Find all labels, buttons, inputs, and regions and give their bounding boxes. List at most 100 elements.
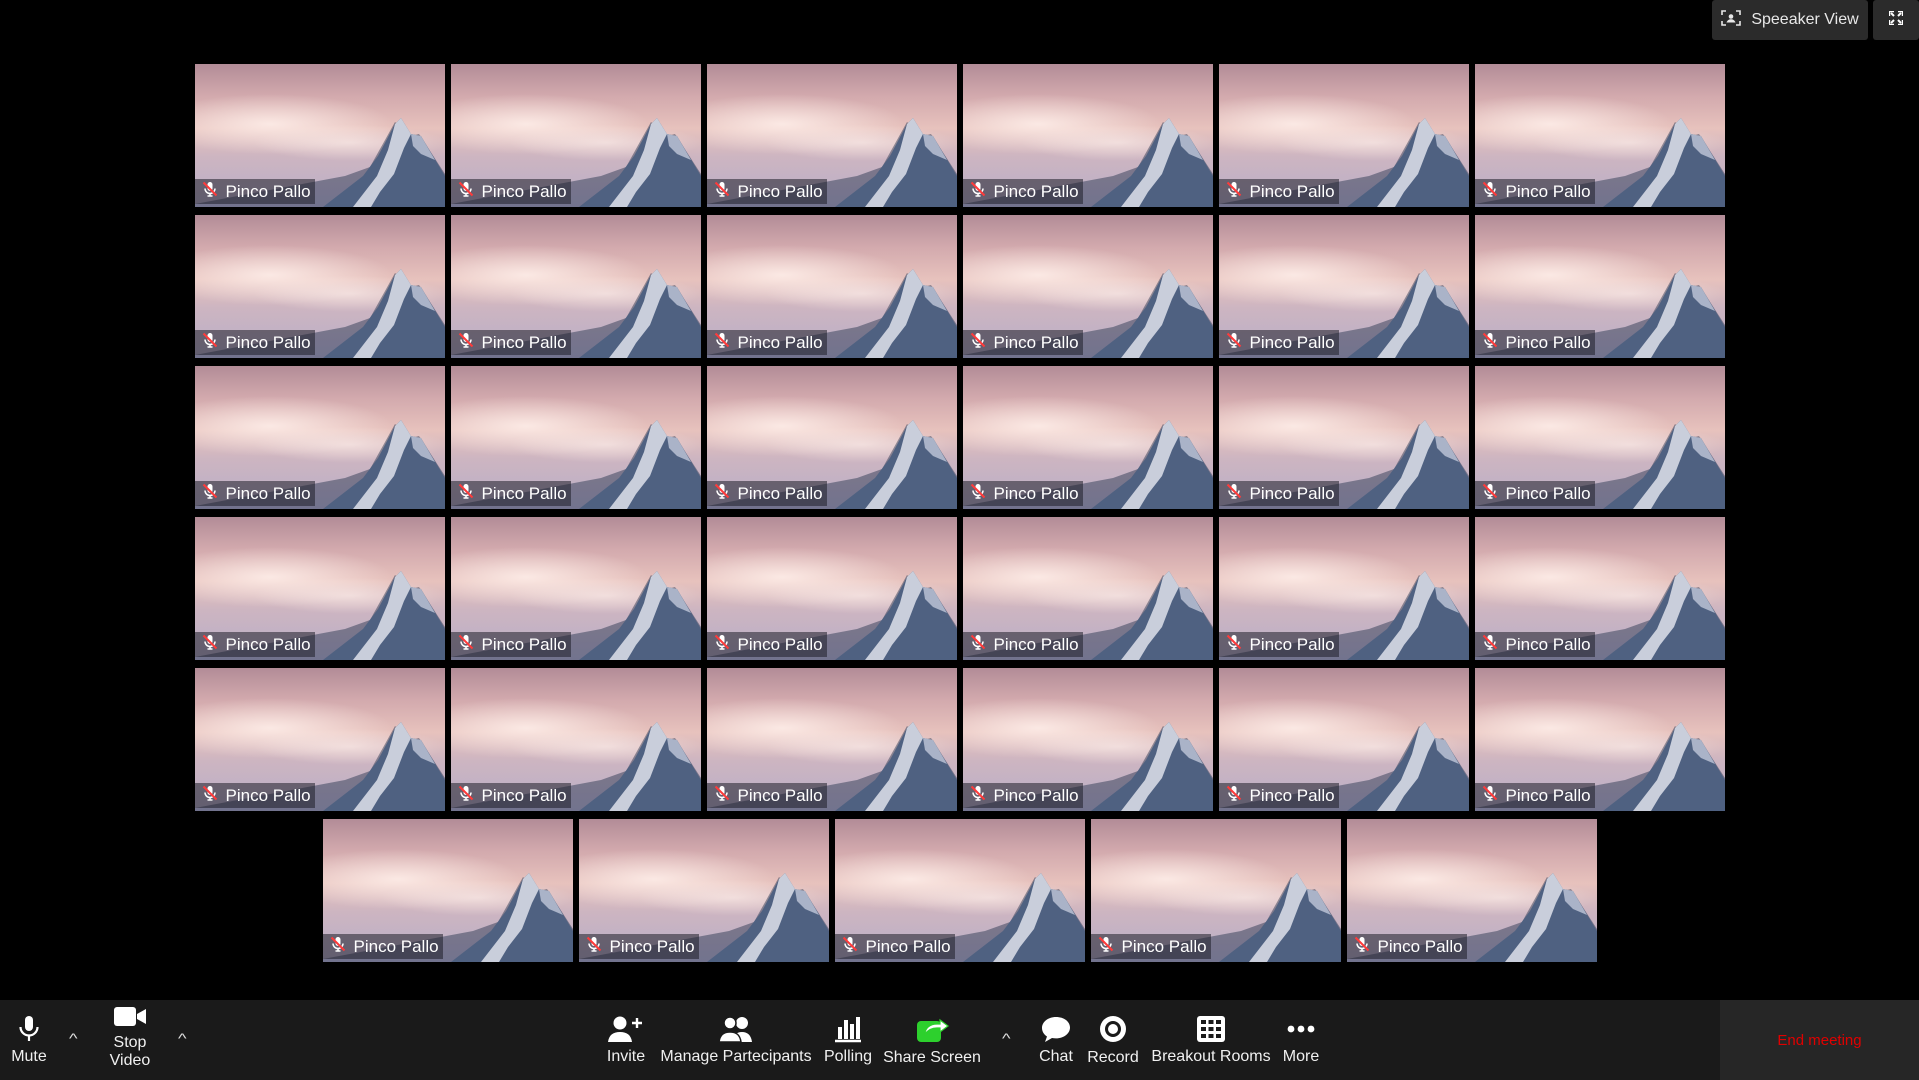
participant-tile[interactable]: Pinco Pallo: [706, 215, 957, 358]
participant-tile[interactable]: Pinco Pallo: [1346, 819, 1597, 962]
muted-mic-icon: [457, 331, 475, 354]
gallery-row: Pinco Pallo Pinco Pallo Pinco Pallo Pinc…: [194, 366, 1725, 509]
name-tag: Pinco Pallo: [194, 632, 315, 657]
participant-tile[interactable]: Pinco Pallo: [1474, 215, 1725, 358]
muted-mic-icon: [1481, 784, 1499, 807]
participant-name: Pinco Pallo: [481, 181, 567, 201]
grid-rooms-icon: [1196, 1015, 1226, 1048]
participant-tile[interactable]: Pinco Pallo: [1218, 668, 1469, 811]
muted-mic-icon: [969, 784, 987, 807]
participant-name: Pinco Pallo: [1505, 483, 1591, 503]
share-options-chevron-up-icon[interactable]: ^: [1002, 1030, 1011, 1046]
breakout-rooms-button[interactable]: Breakout Rooms: [1148, 1000, 1274, 1080]
participant-tile[interactable]: Pinco Pallo: [194, 668, 445, 811]
invite-label: Invite: [606, 1047, 646, 1065]
participant-tile[interactable]: Pinco Pallo: [450, 366, 701, 509]
video-options-chevron-up-icon[interactable]: ^: [178, 1030, 187, 1046]
participant-tile[interactable]: Pinco Pallo: [450, 517, 701, 660]
participant-tile[interactable]: Pinco Pallo: [1474, 517, 1725, 660]
name-tag: Pinco Pallo: [962, 330, 1083, 355]
participant-tile[interactable]: Pinco Pallo: [1218, 215, 1469, 358]
record-label: Record: [1087, 1048, 1139, 1066]
name-tag: Pinco Pallo: [1218, 330, 1339, 355]
stop-video-button[interactable]: Stop Video: [104, 1000, 156, 1080]
participant-tile[interactable]: Pinco Pallo: [962, 517, 1213, 660]
record-button[interactable]: Record: [1085, 1000, 1141, 1080]
participant-tile[interactable]: Pinco Pallo: [962, 64, 1213, 207]
polling-button[interactable]: Polling: [818, 1000, 878, 1080]
participant-name: Pinco Pallo: [1249, 785, 1335, 805]
participant-tile[interactable]: Pinco Pallo: [706, 517, 957, 660]
participant-tile[interactable]: Pinco Pallo: [962, 366, 1213, 509]
chat-button[interactable]: Chat: [1030, 1000, 1082, 1080]
participant-tile[interactable]: Pinco Pallo: [450, 215, 701, 358]
participant-tile[interactable]: Pinco Pallo: [1218, 366, 1469, 509]
microphone-icon: [17, 1015, 41, 1048]
video-camera-icon: [113, 1005, 147, 1034]
name-tag: Pinco Pallo: [194, 783, 315, 808]
muted-mic-icon: [969, 482, 987, 505]
participant-tile[interactable]: Pinco Pallo: [1474, 668, 1725, 811]
name-tag: Pinco Pallo: [194, 330, 315, 355]
participant-tile[interactable]: Pinco Pallo: [1218, 64, 1469, 207]
end-meeting-button[interactable]: End meeting: [1777, 1032, 1861, 1049]
bar-chart-icon: [833, 1015, 863, 1048]
name-tag: Pinco Pallo: [1474, 179, 1595, 204]
participant-tile[interactable]: Pinco Pallo: [1090, 819, 1341, 962]
name-tag: Pinco Pallo: [1090, 934, 1211, 959]
audio-options-chevron-up-icon[interactable]: ^: [69, 1030, 78, 1046]
participant-name: Pinco Pallo: [1505, 634, 1591, 654]
participant-tile[interactable]: Pinco Pallo: [834, 819, 1085, 962]
participant-tile[interactable]: Pinco Pallo: [322, 819, 573, 962]
participant-name: Pinco Pallo: [737, 181, 823, 201]
muted-mic-icon: [1225, 633, 1243, 656]
participant-tile[interactable]: Pinco Pallo: [194, 64, 445, 207]
share-screen-button[interactable]: Share Screen: [880, 1000, 984, 1080]
participant-tile[interactable]: Pinco Pallo: [450, 64, 701, 207]
name-tag: Pinco Pallo: [706, 179, 827, 204]
participant-tile[interactable]: Pinco Pallo: [578, 819, 829, 962]
muted-mic-icon: [713, 482, 731, 505]
name-tag: Pinco Pallo: [962, 481, 1083, 506]
participant-tile[interactable]: Pinco Pallo: [194, 366, 445, 509]
participant-tile[interactable]: Pinco Pallo: [706, 64, 957, 207]
muted-mic-icon: [841, 935, 859, 958]
muted-mic-icon: [1225, 180, 1243, 203]
manage-participants-button[interactable]: Manage Partecipants: [656, 1000, 816, 1080]
participant-tile[interactable]: Pinco Pallo: [962, 215, 1213, 358]
muted-mic-icon: [969, 633, 987, 656]
participant-tile[interactable]: Pinco Pallo: [706, 366, 957, 509]
mute-button[interactable]: Mute: [4, 1000, 54, 1080]
participant-name: Pinco Pallo: [1249, 483, 1335, 503]
name-tag: Pinco Pallo: [1474, 632, 1595, 657]
participant-name: Pinco Pallo: [737, 483, 823, 503]
participant-name: Pinco Pallo: [609, 936, 695, 956]
muted-mic-icon: [201, 180, 219, 203]
speaker-view-button[interactable]: Speeaker View: [1712, 0, 1868, 40]
name-tag: Pinco Pallo: [706, 330, 827, 355]
muted-mic-icon: [1225, 331, 1243, 354]
fullscreen-button[interactable]: [1873, 0, 1919, 40]
participant-tile[interactable]: Pinco Pallo: [194, 215, 445, 358]
participant-tile[interactable]: Pinco Pallo: [1474, 366, 1725, 509]
participant-tile[interactable]: Pinco Pallo: [1218, 517, 1469, 660]
chat-label: Chat: [1039, 1047, 1073, 1065]
name-tag: Pinco Pallo: [706, 783, 827, 808]
more-button[interactable]: More: [1277, 1000, 1325, 1080]
participant-tile[interactable]: Pinco Pallo: [706, 668, 957, 811]
name-tag: Pinco Pallo: [1474, 481, 1595, 506]
participant-name: Pinco Pallo: [737, 785, 823, 805]
participant-name: Pinco Pallo: [225, 181, 311, 201]
invite-button[interactable]: Invite: [601, 1000, 651, 1080]
participant-name: Pinco Pallo: [865, 936, 951, 956]
name-tag: Pinco Pallo: [450, 481, 571, 506]
muted-mic-icon: [713, 180, 731, 203]
end-meeting-area: End meeting: [1720, 1000, 1919, 1080]
participant-name: Pinco Pallo: [993, 332, 1079, 352]
name-tag: Pinco Pallo: [1346, 934, 1467, 959]
participant-tile[interactable]: Pinco Pallo: [194, 517, 445, 660]
participant-tile[interactable]: Pinco Pallo: [1474, 64, 1725, 207]
participant-tile[interactable]: Pinco Pallo: [450, 668, 701, 811]
gallery-row: Pinco Pallo Pinco Pallo Pinco Pallo Pinc…: [322, 819, 1597, 962]
participant-tile[interactable]: Pinco Pallo: [962, 668, 1213, 811]
